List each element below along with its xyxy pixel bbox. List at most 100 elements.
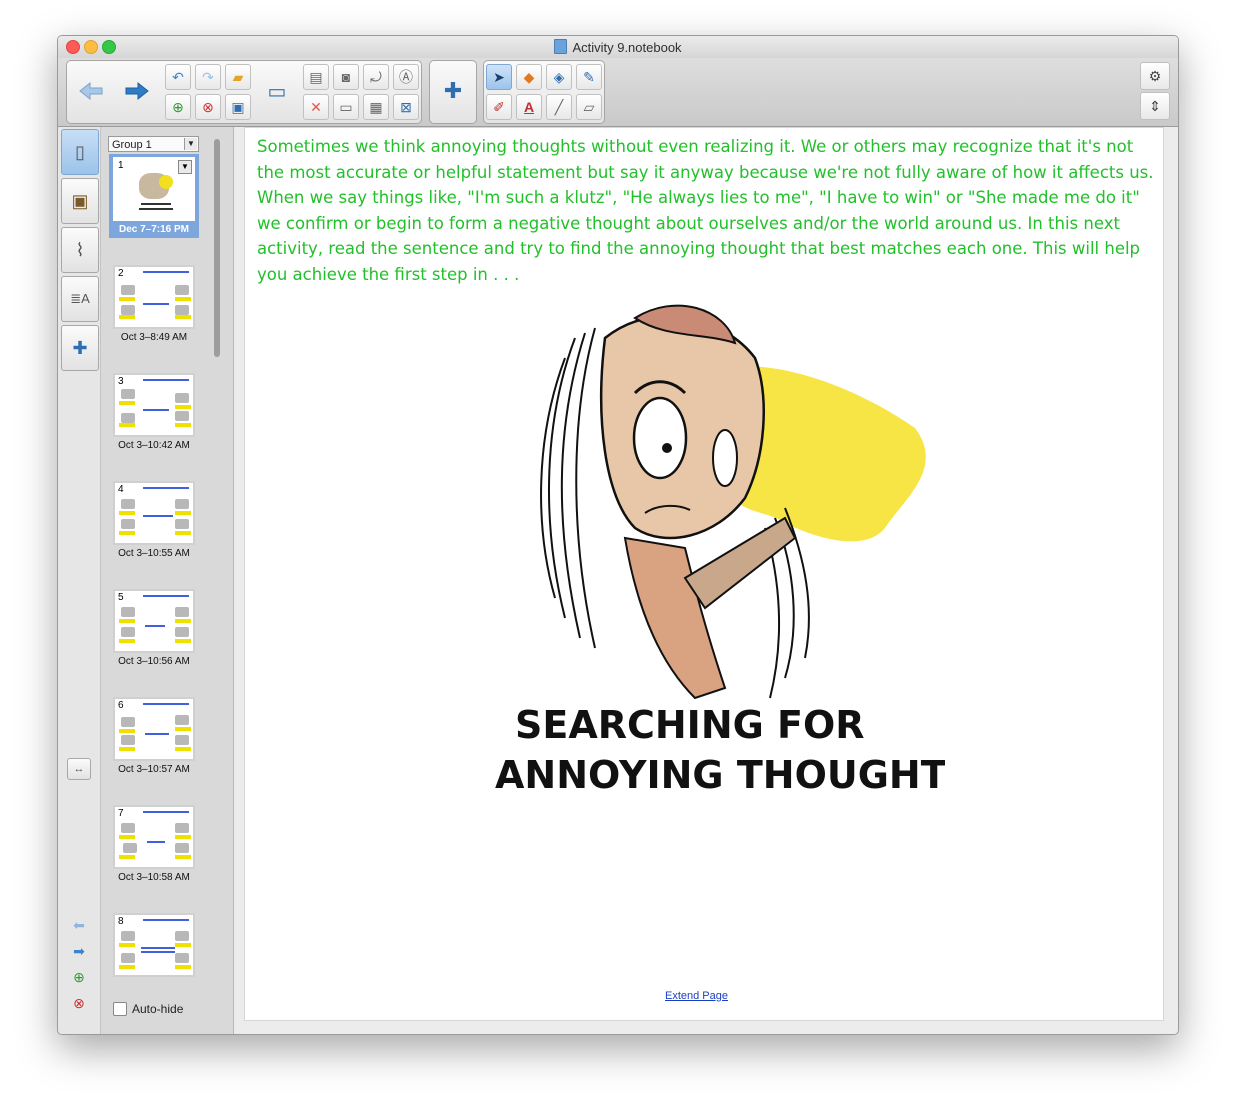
instruction-text[interactable]: Sometimes we think annoying thoughts wit… (257, 134, 1161, 288)
main-toolbar: ↶ ↷ ▰ ⊕ ⊗ ▣ ▭ ▤ ◙ ⤾ Ⓐ ✕ ▭ ▦ ⊠ ✚ ➤ ◆ ◈ ✎ … (58, 58, 1178, 127)
pens-tool-button[interactable]: ✐ (486, 94, 512, 120)
cursor-arrow-icon: ➤ (493, 68, 505, 85)
sidebar-previous-page[interactable]: ⬅ (70, 916, 88, 934)
toolbar-group-tools: ➤ ◆ ◈ ✎ ✐ A ╱ ▱ (483, 60, 605, 124)
page-timestamp: Oct 3–10:42 AM (118, 440, 190, 451)
back-arrow-icon: ⬅ (73, 916, 85, 933)
page-menu-chevron-icon[interactable]: ▼ (178, 160, 192, 174)
page-timestamp: Oct 3–10:57 AM (118, 764, 190, 775)
screen-shade-button[interactable]: ▭ (333, 94, 359, 120)
page-timestamp: Oct 3–10:56 AM (118, 656, 190, 667)
next-page-button[interactable] (115, 62, 159, 120)
page-thumbnail-3[interactable]: 3 Oct 3–10:42 AM (109, 370, 199, 453)
puzzle-piece-icon: ✚ (72, 337, 88, 358)
save-icon: ▣ (231, 98, 245, 115)
extend-page-link[interactable]: Extend Page (665, 990, 728, 1002)
horizontal-arrows-icon: ↔ (73, 763, 85, 775)
page-timestamp: Dec 7–7:16 PM (118, 224, 190, 235)
page-thumbnail-1[interactable]: 1 ▼ Dec 7–7:16 PM (109, 154, 199, 238)
paste-button[interactable]: ▤ (303, 64, 329, 90)
notebook-page[interactable]: Sometimes we think annoying thoughts wit… (244, 127, 1164, 1021)
red-x-icon: ✕ (310, 98, 322, 115)
forward-arrow-icon: ➡ (73, 942, 85, 959)
shapes-tool-button[interactable]: ◆ (516, 64, 542, 90)
move-sidebar-button[interactable]: ↔ (67, 758, 91, 780)
sidebar-add-page[interactable]: ⊕ (70, 968, 88, 986)
toolbar-move-button[interactable]: ⇕ (1140, 92, 1170, 120)
settings-button[interactable]: ⚙ (1140, 62, 1170, 90)
rotate-button[interactable]: ⤾ (363, 64, 389, 90)
tab-addons[interactable]: ✚ (61, 325, 99, 371)
magic-pen-button[interactable]: ✎ (576, 64, 602, 90)
page-thumbnail-7[interactable]: 7 Oct 3–10:58 AM (109, 802, 199, 885)
back-arrow-icon (79, 81, 103, 101)
page-thumbnail-8[interactable]: 8 (109, 910, 199, 980)
add-page-button[interactable]: ⊕ (165, 94, 191, 120)
undo-button[interactable]: ↶ (165, 64, 191, 90)
redo-button[interactable]: ↷ (195, 64, 221, 90)
eraser-icon: ▱ (583, 98, 595, 115)
page-timestamp: Oct 3–10:55 AM (118, 548, 190, 559)
delete-page-button[interactable]: ⊗ (195, 94, 221, 120)
fullscreen-icon: ⊠ (400, 98, 412, 115)
redo-icon: ↷ (202, 68, 214, 85)
line-tool-button[interactable]: ╱ (546, 94, 572, 120)
forward-arrow-icon (125, 81, 149, 101)
open-file-button[interactable]: ▰ (225, 64, 251, 90)
table-icon: ▦ (369, 98, 383, 115)
page-icon: ▯ (75, 141, 85, 162)
puzzle-piece-icon: ✚ (443, 78, 463, 103)
gear-icon: ⚙ (1148, 67, 1162, 84)
delete-object-button[interactable]: ✕ (303, 94, 329, 120)
paint-bucket-icon: ◈ (553, 68, 565, 85)
shapes-icon: ◆ (523, 68, 535, 85)
select-tool-button[interactable]: ➤ (486, 64, 512, 90)
gallery-image-icon: ▣ (71, 190, 89, 211)
chevron-down-icon: ▼ (184, 138, 197, 150)
sidebar-delete-page[interactable]: ⊗ (70, 994, 88, 1012)
fullscreen-button[interactable]: ⊠ (393, 94, 419, 120)
eraser-tool-button[interactable]: ▱ (576, 94, 602, 120)
sorter-scrollbar[interactable] (214, 139, 220, 357)
vertical-arrows-icon: ⇕ (1149, 97, 1161, 114)
page-thumbnail-5[interactable]: 5 Oct 3–10:56 AM (109, 586, 199, 669)
fill-tool-button[interactable]: ◈ (546, 64, 572, 90)
rotate-icon: ⤾ (370, 68, 382, 85)
properties-icon: ≣A (70, 291, 90, 306)
tab-properties[interactable]: ≣A (61, 276, 99, 322)
screen-shade-icon: ▭ (339, 98, 353, 115)
tab-attachments[interactable]: ⌇ (61, 227, 99, 273)
screen-capture-button[interactable]: ◙ (333, 64, 359, 90)
auto-hide-toggle[interactable]: Auto-hide (113, 1002, 183, 1016)
addons-button[interactable]: ✚ (431, 62, 475, 120)
app-window: Activity 9.notebook ↶ ↷ ▰ ⊕ ⊗ ▣ ▭ ▤ ◙ ⤾ … (57, 35, 1179, 1035)
delete-page-icon: ⊗ (73, 994, 85, 1011)
line-icon: ╱ (554, 98, 564, 115)
display-screen-button[interactable]: ▭ (257, 62, 297, 120)
previous-page-button[interactable] (69, 62, 113, 120)
text-tool-button[interactable]: A (516, 94, 542, 120)
colored-pens-icon: ✐ (493, 98, 505, 115)
text-a-icon: A (523, 99, 535, 115)
sidebar-tabs: ▯ ▣ ⌇ ≣A ✚ ↔ ⬅ ➡ ⊕ ⊗ (58, 127, 101, 1034)
insert-table-button[interactable]: ▦ (363, 94, 389, 120)
sidebar-next-page[interactable]: ➡ (70, 942, 88, 960)
page-thumbnail-4[interactable]: 4 Oct 3–10:55 AM (109, 478, 199, 561)
tab-gallery[interactable]: ▣ (61, 178, 99, 224)
page-area: Sometimes we think annoying thoughts wit… (234, 127, 1178, 1034)
paperclip-icon: ⌇ (75, 239, 85, 260)
save-button[interactable]: ▣ (225, 94, 251, 120)
spellcheck-button[interactable]: Ⓐ (393, 64, 419, 90)
group-select[interactable]: Group 1 ▼ (108, 136, 199, 152)
page-thumbnail-6[interactable]: 6 Oct 3–10:57 AM (109, 694, 199, 777)
tab-page-sorter[interactable]: ▯ (61, 129, 99, 175)
toolbar-group-main: ↶ ↷ ▰ ⊕ ⊗ ▣ ▭ ▤ ◙ ⤾ Ⓐ ✕ ▭ ▦ ⊠ (66, 60, 422, 124)
searching-for-annoying-thoughts-cartoon[interactable]: SEARCHING FOR ANNOYING THOUGHTS (485, 298, 945, 818)
cartoon-caption-line2: ANNOYING THOUGHTS (495, 753, 945, 797)
spellcheck-icon: Ⓐ (399, 69, 413, 85)
clipboard-icon: ▤ (309, 68, 323, 85)
auto-hide-checkbox[interactable] (113, 1002, 127, 1016)
toolbar-group-addons: ✚ (429, 60, 477, 124)
title-bar: Activity 9.notebook (58, 36, 1178, 58)
page-thumbnail-2[interactable]: 2 Oct 3–8:49 AM (109, 262, 199, 345)
